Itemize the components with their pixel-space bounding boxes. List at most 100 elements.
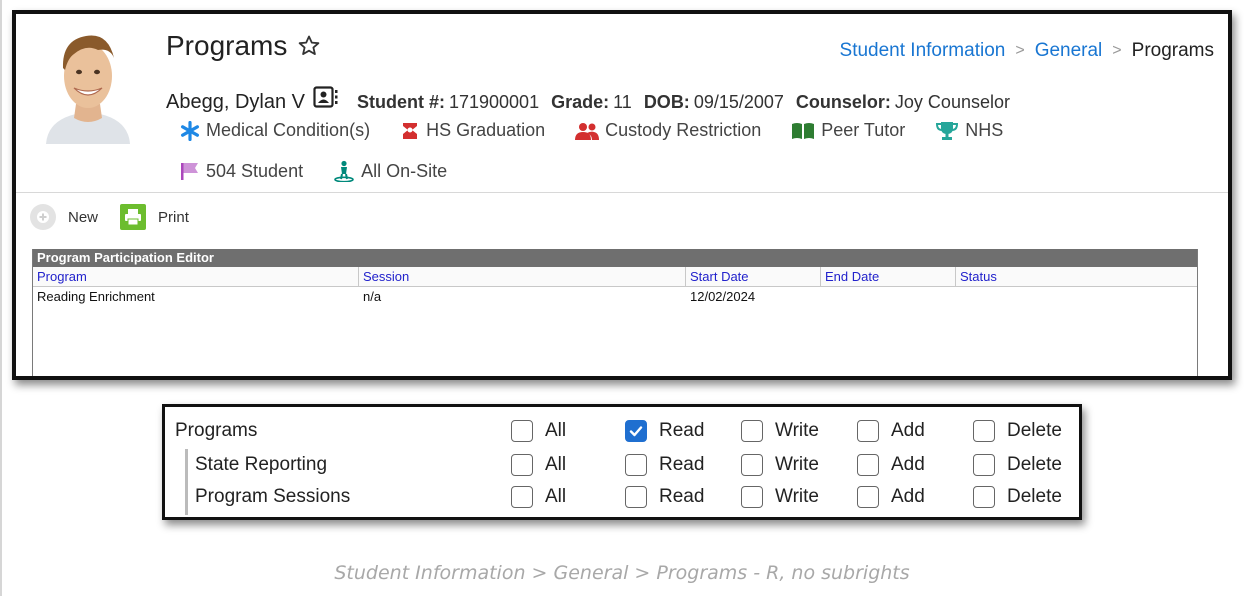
checkbox-empty-icon[interactable] — [741, 454, 763, 476]
checkbox-checked-icon[interactable] — [625, 420, 647, 442]
perm-delete-checkbox[interactable]: Delete — [973, 420, 1062, 442]
cell-end-date — [821, 287, 956, 307]
breadcrumb: Student Information > General > Programs — [840, 40, 1214, 62]
flag-peer-tutor[interactable]: Peer Tutor — [791, 120, 905, 141]
perm-label: Write — [775, 454, 819, 475]
perm-write-checkbox[interactable]: Write — [741, 454, 819, 476]
perm-delete-checkbox[interactable]: Delete — [973, 486, 1062, 508]
people-icon — [575, 122, 600, 140]
checkbox-empty-icon[interactable] — [625, 454, 647, 476]
student-info-row: Abegg, Dylan V Student #: 171900001 Grad… — [166, 86, 1010, 114]
page-title: Programs — [166, 30, 288, 61]
perm-read-checkbox[interactable]: Read — [625, 486, 704, 508]
flag-504-student[interactable]: 504 Student — [180, 161, 303, 182]
column-program[interactable]: Program — [33, 267, 359, 286]
perm-label: All — [545, 454, 567, 475]
chevron-right-icon: > — [1112, 42, 1122, 59]
action-toolbar: New Print — [30, 204, 211, 230]
column-status[interactable]: Status — [956, 267, 1181, 286]
perm-read-checkbox[interactable]: Read — [625, 420, 704, 442]
cell-status — [956, 287, 1181, 307]
print-button[interactable]: Print — [120, 204, 189, 230]
flag-label: Medical Condition(s) — [206, 120, 371, 140]
checkbox-empty-icon[interactable] — [511, 454, 533, 476]
perm-delete-checkbox[interactable]: Delete — [973, 454, 1062, 476]
perm-add-checkbox[interactable]: Add — [857, 486, 925, 508]
column-end-date[interactable]: End Date — [821, 267, 956, 286]
perm-add-checkbox[interactable]: Add — [857, 454, 925, 476]
perm-write-checkbox[interactable]: Write — [741, 486, 819, 508]
rights-tool-name: Program Sessions — [195, 486, 351, 507]
checkbox-empty-icon[interactable] — [857, 454, 879, 476]
perm-label: Add — [891, 420, 925, 441]
flag-icon — [181, 163, 198, 180]
new-button[interactable]: New — [30, 204, 98, 230]
checkbox-empty-icon[interactable] — [625, 486, 647, 508]
perm-write-checkbox[interactable]: Write — [741, 420, 819, 442]
checkbox-empty-icon[interactable] — [511, 486, 533, 508]
flag-medical-condition[interactable]: Medical Condition(s) — [180, 120, 370, 141]
trophy-icon — [936, 121, 959, 140]
perm-label: Delete — [1007, 486, 1062, 507]
perm-label: Delete — [1007, 420, 1062, 441]
flag-all-on-site[interactable]: All On-Site — [333, 160, 447, 182]
contact-card-icon[interactable] — [313, 86, 339, 108]
plus-circle-icon — [30, 204, 56, 230]
checkbox-empty-icon[interactable] — [857, 486, 879, 508]
program-participation-editor: Program Participation Editor Program Ses… — [32, 249, 1198, 376]
tool-rights-panel: Programs All Read Write Add Delete State Repor… — [162, 404, 1082, 520]
rights-tool-name: Programs — [175, 420, 258, 441]
checkbox-empty-icon[interactable] — [973, 486, 995, 508]
perm-add-checkbox[interactable]: Add — [857, 420, 925, 442]
perm-label: Add — [891, 486, 925, 507]
breadcrumb-current: Programs — [1131, 40, 1214, 61]
dob-value: 09/15/2007 — [693, 92, 784, 112]
perm-label: Write — [775, 420, 819, 441]
table-row[interactable]: Reading Enrichment n/a 12/02/2024 — [33, 287, 1197, 307]
perm-label: Write — [775, 486, 819, 507]
checkbox-empty-icon[interactable] — [973, 420, 995, 442]
flag-label: Custody Restriction — [605, 120, 762, 140]
flag-label: HS Graduation — [426, 120, 546, 140]
rights-row: Program Sessions All Read Write Add Delete — [165, 481, 1079, 513]
checkbox-empty-icon[interactable] — [741, 420, 763, 442]
star-icon[interactable] — [297, 34, 321, 58]
programs-screenshot-panel: Programs Student Information > General >… — [12, 10, 1232, 380]
checkbox-empty-icon[interactable] — [973, 454, 995, 476]
editor-column-headers: Program Session Start Date End Date Stat… — [33, 267, 1197, 287]
perm-all-checkbox[interactable]: All — [511, 420, 566, 442]
cell-session: n/a — [363, 289, 382, 304]
book-icon — [792, 122, 815, 139]
perm-all-checkbox[interactable]: All — [511, 486, 566, 508]
flag-label: 504 Student — [206, 160, 304, 181]
grade-value: 11 — [613, 92, 632, 112]
checkbox-empty-icon[interactable] — [741, 486, 763, 508]
graduation-cap-icon — [403, 122, 418, 139]
header-divider — [16, 192, 1228, 193]
rights-tool-name: State Reporting — [195, 454, 328, 475]
flag-label: All On-Site — [361, 160, 448, 181]
checkbox-empty-icon[interactable] — [857, 420, 879, 442]
page-left-edge — [0, 0, 2, 596]
breadcrumb-general[interactable]: General — [1035, 40, 1103, 62]
grade-label: Grade: — [551, 92, 610, 112]
flag-hs-graduation[interactable]: HS Graduation — [400, 120, 545, 141]
column-session[interactable]: Session — [359, 267, 686, 286]
person-pin-icon — [334, 160, 354, 182]
breadcrumb-student-information[interactable]: Student Information — [840, 40, 1006, 62]
column-start-date[interactable]: Start Date — [686, 267, 821, 286]
flag-nhs[interactable]: NHS — [935, 120, 1003, 141]
cell-start-date: 12/02/2024 — [690, 289, 756, 304]
counselor-label: Counselor: — [795, 92, 891, 112]
flag-custody-restriction[interactable]: Custody Restriction — [575, 120, 761, 141]
page-title-row: Programs — [166, 30, 321, 62]
checkbox-empty-icon[interactable] — [511, 420, 533, 442]
perm-all-checkbox[interactable]: All — [511, 454, 566, 476]
student-avatar — [38, 18, 138, 144]
student-flags-row-2: 504 Student All On-Site — [180, 160, 477, 182]
perm-read-checkbox[interactable]: Read — [625, 454, 704, 476]
flag-label: Peer Tutor — [821, 120, 906, 140]
student-number: 171900001 — [448, 92, 540, 112]
flag-label: NHS — [965, 120, 1004, 140]
cell-program: Reading Enrichment — [37, 289, 155, 304]
